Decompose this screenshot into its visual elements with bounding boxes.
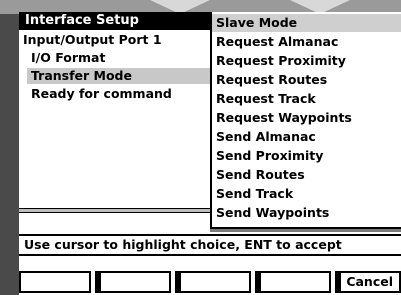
menu-shadow — [210, 229, 401, 232]
menu-item-send-routes[interactable]: Send Routes — [212, 166, 401, 184]
softkey-bar: Cancel — [19, 271, 401, 295]
status-text: Ready for command — [31, 86, 172, 101]
io-format-label: I/O Format — [31, 50, 106, 65]
menu-item-request-almanac[interactable]: Request Almanac — [212, 33, 401, 51]
softkey-3[interactable] — [175, 271, 251, 293]
softkey-1[interactable] — [19, 271, 91, 293]
menu-item-slave-mode[interactable]: Slave Mode — [212, 14, 401, 32]
port-label: Input/Output Port 1 — [23, 32, 162, 47]
menu-item-send-proximity[interactable]: Send Proximity — [212, 147, 401, 165]
menu-item-request-track[interactable]: Request Track — [212, 90, 401, 108]
menu-item-send-track[interactable]: Send Track — [212, 185, 401, 203]
menu-item-send-waypoints[interactable]: Send Waypoints — [212, 204, 401, 222]
io-format-row[interactable]: I/O Format — [31, 50, 105, 66]
softkey-2[interactable] — [95, 271, 171, 293]
cancel-button[interactable]: Cancel — [335, 271, 401, 293]
menu-item-send-almanac[interactable]: Send Almanac — [212, 128, 401, 146]
hint-bar: Use cursor to highlight choice, ENT to a… — [19, 234, 401, 256]
menu-item-request-routes[interactable]: Request Routes — [212, 71, 401, 89]
transfer-mode-label: Transfer Mode — [31, 68, 132, 83]
transfer-mode-menu: Slave Mode Request Almanac Request Proxi… — [210, 12, 401, 229]
transfer-mode-row[interactable]: Transfer Mode — [27, 68, 223, 84]
softkey-4[interactable] — [255, 271, 331, 293]
menu-item-request-waypoints[interactable]: Request Waypoints — [212, 109, 401, 127]
menu-item-request-proximity[interactable]: Request Proximity — [212, 52, 401, 70]
